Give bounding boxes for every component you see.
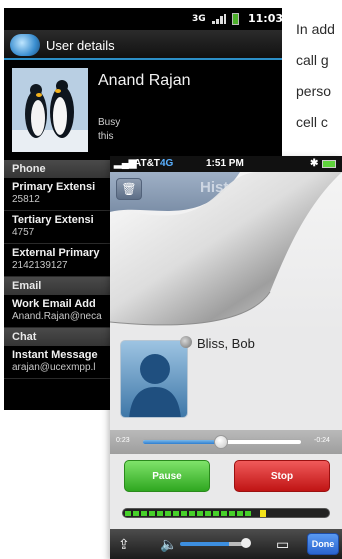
- presence-status-line: Busy: [98, 117, 121, 128]
- presence-status: Busy this: [98, 116, 120, 144]
- volume-slider[interactable]: [180, 542, 250, 546]
- status-time: 11:03: [248, 12, 282, 25]
- article-line: call g: [296, 52, 329, 68]
- level-fill: [125, 511, 252, 516]
- android-title-bar: User details: [4, 30, 282, 60]
- peak-marker: [259, 510, 266, 517]
- iphone-playback-screen: ▂▄▆ AT&T 4G 1:51 PM ✱ 🗑 Histo ⌕: [110, 156, 342, 559]
- profile-header: Anand Rajan Busy this: [4, 60, 282, 160]
- battery-icon: [322, 160, 336, 168]
- network-indicator: 3G: [192, 14, 206, 24]
- caller-name: Bliss, Bob: [197, 336, 255, 351]
- iphone-status-bar: ▂▄▆ AT&T 4G 1:51 PM ✱: [110, 156, 342, 172]
- presence-status-note: this: [98, 131, 114, 142]
- volume-knob[interactable]: [241, 538, 251, 548]
- contact-name: Anand Rajan: [98, 72, 191, 89]
- presence-badge-icon: [180, 336, 192, 348]
- article-line: perso: [296, 83, 332, 99]
- pause-button[interactable]: Pause: [124, 460, 210, 492]
- signal-icon: [212, 14, 226, 24]
- article-line: In add: [296, 21, 335, 37]
- battery-icon: [232, 13, 239, 25]
- person-silhouette-icon: [129, 354, 181, 417]
- app-logo-icon[interactable]: [10, 34, 40, 56]
- playback-toolbar: ⇪ 🔈 ▭ Done: [110, 529, 342, 559]
- carrier-name: AT&T: [134, 158, 160, 169]
- seek-bar[interactable]: 0:23 -0:24: [110, 432, 342, 452]
- page-curl-overlay[interactable]: [110, 172, 342, 332]
- status-time: 1:51 PM: [206, 158, 244, 169]
- airplay-icon[interactable]: ▭: [276, 536, 289, 553]
- page-title: User details: [46, 38, 115, 53]
- seek-track[interactable]: [142, 435, 302, 449]
- elapsed-time: 0:23: [116, 437, 130, 444]
- penguins-photo-icon: [12, 68, 88, 152]
- bluetooth-icon: ✱: [310, 158, 319, 169]
- article-line: cell c: [296, 114, 328, 130]
- audio-level-meter: [122, 508, 330, 518]
- seek-knob[interactable]: [214, 435, 229, 449]
- stop-button[interactable]: Stop: [234, 460, 330, 492]
- speaker-icon: 🔈: [160, 536, 178, 552]
- android-status-bar: 3G 11:03: [4, 8, 282, 30]
- article-text: In add call g perso cell c: [296, 14, 342, 138]
- contact-avatar: [120, 340, 188, 418]
- profile-photo: [12, 68, 88, 152]
- done-button[interactable]: Done: [307, 533, 339, 555]
- seek-progress: [143, 440, 222, 444]
- network-indicator: 4G: [160, 158, 174, 169]
- share-icon[interactable]: ⇪: [118, 536, 130, 553]
- remaining-time: -0:24: [314, 437, 330, 444]
